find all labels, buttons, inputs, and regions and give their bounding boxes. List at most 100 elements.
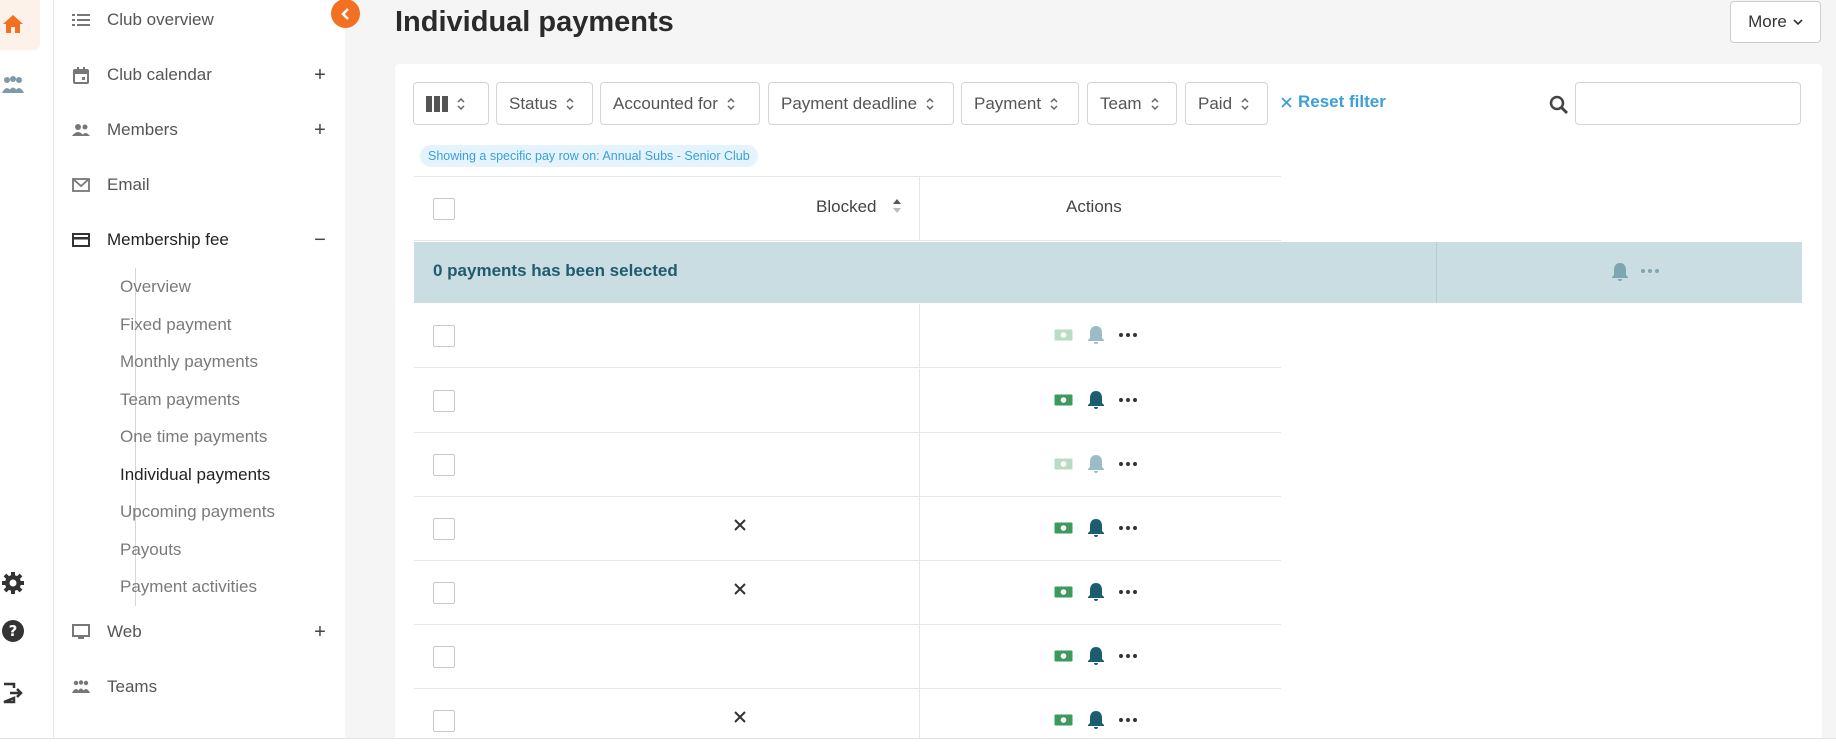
more-actions-icon[interactable] [1119,526,1137,530]
sub-item-team-payments[interactable]: Team payments [120,388,240,412]
cash-icon[interactable] [1054,328,1073,342]
more-button[interactable]: More [1730,1,1821,43]
cash-icon[interactable] [1054,457,1073,471]
bell-icon[interactable] [1087,325,1105,345]
table-row [414,625,1281,689]
more-actions-icon[interactable] [1119,333,1137,337]
cash-icon[interactable] [1054,649,1073,663]
column-divider [919,369,920,433]
filter-accounted-for[interactable]: Accounted for [600,82,760,125]
expand-icon[interactable]: + [311,120,329,140]
list-icon [72,11,90,29]
row-checkbox[interactable] [433,518,455,540]
column-header-blocked[interactable]: Blocked [816,197,876,217]
column-divider [919,497,920,561]
filter-payment-deadline[interactable]: Payment deadline [768,82,954,125]
more-actions-icon[interactable] [1119,590,1137,594]
sort-caret-icon [1241,97,1249,110]
bell-icon[interactable] [1087,646,1105,666]
more-actions-icon[interactable] [1119,462,1137,466]
bell-icon[interactable] [1087,582,1105,602]
table-row [414,433,1281,497]
reset-filter-label: Reset filter [1298,92,1386,111]
sidebar-item-web[interactable]: Web + [54,612,345,652]
sub-item-monthly-payments[interactable]: Monthly payments [120,350,258,374]
expand-icon[interactable]: + [311,65,329,85]
collapse-section-icon[interactable]: − [311,230,329,250]
bell-icon[interactable] [1087,390,1105,410]
logout-nav[interactable] [0,680,26,706]
mail-icon [72,176,90,194]
sub-item-individual-payments[interactable]: Individual payments [120,463,270,487]
sidebar-item-teams[interactable]: Teams [54,667,345,707]
community-nav[interactable] [0,72,26,98]
table-row [414,561,1281,625]
svg-text:?: ? [9,622,18,640]
sub-item-payouts[interactable]: Payouts [120,538,181,562]
more-actions-icon[interactable] [1119,398,1137,402]
sidebar-item-label: Teams [107,677,158,696]
expand-icon[interactable]: + [311,622,329,642]
row-checkbox[interactable] [433,646,455,668]
icon-rail: ? [0,0,54,738]
more-actions-icon[interactable] [1119,654,1137,658]
row-actions [1054,518,1137,538]
sidebar-item-label: Club calendar [107,65,212,84]
row-checkbox[interactable] [433,454,455,476]
table-row [414,497,1281,561]
bell-icon[interactable] [1611,262,1629,282]
sort-caret-icon [727,97,735,110]
search-input[interactable] [1575,82,1801,125]
column-divider [919,177,920,241]
more-actions-icon[interactable] [1119,718,1137,722]
cash-icon[interactable] [1054,585,1073,599]
row-actions [1054,582,1137,602]
row-checkbox[interactable] [433,710,455,732]
sidebar-item-club-overview[interactable]: Club overview [54,0,345,40]
bell-icon[interactable] [1087,518,1105,538]
sidebar-item-club-calendar[interactable]: Club calendar + [54,55,345,95]
sub-item-upcoming-payments[interactable]: Upcoming payments [120,500,275,524]
sidebar: Club overview Club calendar + Members + … [54,0,345,738]
collapse-sidebar-button[interactable] [331,0,360,28]
help-nav[interactable]: ? [0,618,26,644]
row-actions [1054,646,1137,666]
sub-item-one-time-payments[interactable]: One time payments [120,425,267,449]
bell-icon[interactable] [1087,454,1105,474]
filter-payment[interactable]: Payment [961,82,1079,125]
filter-label: Payment deadline [781,93,918,113]
more-button-label: More [1748,12,1787,31]
reset-filter-link[interactable]: Reset filter [1281,92,1386,112]
sub-item-fixed-payment[interactable]: Fixed payment [120,313,232,337]
filter-team[interactable]: Team [1087,82,1177,125]
columns-selector[interactable] [413,82,489,125]
cash-icon[interactable] [1054,713,1073,727]
more-actions-icon[interactable] [1641,269,1659,273]
sidebar-item-members[interactable]: Members + [54,110,345,150]
gear-icon [2,572,24,594]
selection-count: 0 payments has been selected [433,261,678,280]
selection-divider [1436,242,1437,303]
sidebar-item-membership-fee[interactable]: Membership fee − [54,220,345,260]
settings-nav[interactable] [0,570,26,596]
sub-item-overview[interactable]: Overview [120,275,191,299]
home-nav[interactable] [0,0,40,50]
filter-paid[interactable]: Paid [1185,82,1268,125]
blocked-x-icon [734,583,746,595]
sidebar-item-email[interactable]: Email [54,165,345,205]
cash-icon[interactable] [1054,521,1073,535]
filter-label: Status [509,93,558,113]
select-all-checkbox[interactable] [433,198,455,220]
filter-status[interactable]: Status [496,82,593,125]
community-icon [2,76,24,93]
cash-icon[interactable] [1054,393,1073,407]
sub-item-payment-activities[interactable]: Payment activities [120,575,257,599]
table-row [414,369,1281,433]
filter-info-chip: Showing a specific pay row on: Annual Su… [420,145,758,167]
filter-label: Accounted for [613,93,718,113]
row-checkbox[interactable] [433,325,455,347]
bell-icon[interactable] [1087,710,1105,730]
row-checkbox[interactable] [433,390,455,412]
row-checkbox[interactable] [433,582,455,604]
sort-icon[interactable] [892,197,902,215]
